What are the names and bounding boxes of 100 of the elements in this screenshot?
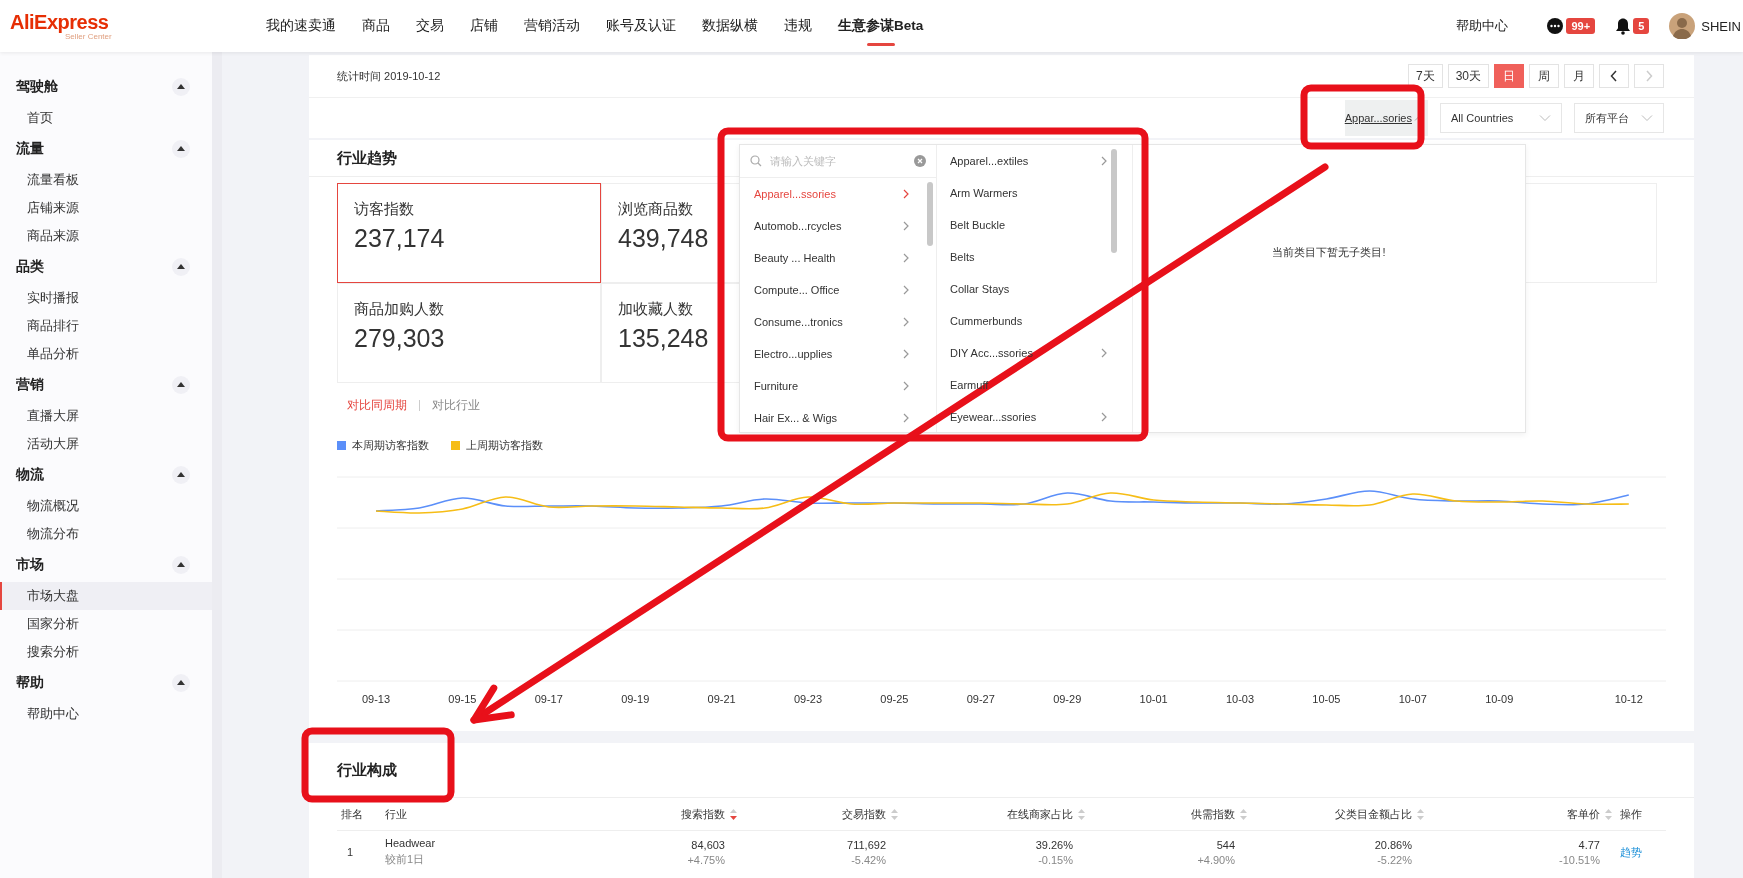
help-link[interactable]: 帮助中心 — [1456, 17, 1509, 35]
table-cell-text: Headwear — [385, 837, 437, 849]
axis-label: 09-27 — [966, 693, 995, 705]
sidebar-group-title: 营销 — [16, 376, 44, 394]
bell-icon[interactable] — [1615, 17, 1632, 35]
logo-text[interactable]: AliExpress — [10, 11, 109, 34]
count-badge: 5 — [1633, 18, 1650, 34]
metric-card[interactable]: 商品加购人数 279,303 — [337, 283, 601, 383]
category-option[interactable]: Cummerbunds — [937, 305, 1120, 337]
sidebar-item[interactable]: 流量看板 — [0, 166, 212, 194]
sidebar-item[interactable]: 市场大盘 — [0, 582, 212, 610]
change-value: -5.22% — [1376, 853, 1412, 866]
metric-card[interactable]: 访客指数 237,174 — [337, 183, 601, 283]
user-name[interactable]: SHEIN — [1701, 18, 1741, 34]
chevron-down-icon — [1641, 114, 1653, 122]
compare-tab[interactable]: 对比行业 — [432, 397, 480, 413]
nav-tab[interactable]: 数据纵横 — [701, 0, 759, 52]
collapse-toggle[interactable] — [172, 258, 190, 276]
sidebar-item[interactable]: 搜索分析 — [0, 638, 212, 666]
avatar[interactable] — [1669, 13, 1696, 39]
column-header: 操作 — [1620, 806, 1643, 822]
category-option[interactable]: Arm Warmers — [937, 177, 1120, 209]
sidebar-item[interactable]: 活动大屏 — [0, 430, 212, 458]
category-option[interactable]: Hair Ex... & Wigs — [740, 402, 922, 432]
column-header[interactable]: 父类目金额占比 — [1255, 806, 1432, 822]
metric-value: 237,174 — [354, 224, 445, 253]
category-option[interactable]: Eyewear...ssories — [937, 401, 1120, 433]
clear-icon[interactable] — [914, 155, 926, 167]
nav-tab[interactable]: 营销活动 — [523, 0, 581, 52]
nav-tab[interactable]: 账号及认证 — [605, 0, 677, 52]
nav-tab[interactable]: 商品 — [361, 0, 391, 52]
sidebar-item[interactable]: 物流概况 — [0, 492, 212, 520]
table-cell-text: 711,692 — [846, 838, 886, 851]
period-button[interactable]: 7天 — [1407, 64, 1443, 88]
chevron-down-icon — [1539, 114, 1551, 122]
stat-time-label: 统计时间 2019-10-12 — [337, 68, 441, 84]
metric-label: 商品加购人数 — [354, 300, 444, 319]
change-value: 较前1日 — [385, 852, 426, 867]
nav-tab[interactable]: 店铺 — [469, 0, 499, 52]
trend-link[interactable]: 趋势 — [1620, 845, 1642, 858]
axis-label: 10-09 — [1485, 693, 1514, 705]
collapse-toggle[interactable] — [172, 466, 190, 484]
legend-label: 上周期访客指数 — [466, 437, 543, 453]
scrollbar[interactable] — [927, 182, 933, 246]
country-select[interactable]: All Countries — [1440, 103, 1562, 133]
sidebar-item[interactable]: 商品来源 — [0, 222, 212, 250]
empty-message: 当前类目下暂无子类目! — [1272, 245, 1386, 260]
period-button[interactable]: 30天 — [1447, 64, 1489, 88]
nav-tab[interactable]: 我的速卖通 — [265, 0, 337, 52]
sidebar-item[interactable]: 帮助中心 — [0, 700, 212, 728]
nav-tab[interactable]: 交易 — [415, 0, 445, 52]
column-header[interactable]: 交易指数 — [745, 806, 906, 822]
sidebar-item[interactable]: 商品排行 — [0, 312, 212, 340]
category-option[interactable]: Belt Buckle — [937, 209, 1120, 241]
table-cell-text: 1 — [347, 846, 355, 858]
axis-label: 09-17 — [534, 693, 563, 705]
caret-up-icon — [177, 84, 185, 90]
column-header[interactable]: 客单价 — [1432, 806, 1620, 822]
metric-label: 加收藏人数 — [618, 300, 693, 319]
compare-tab[interactable]: 对比同周期 — [347, 397, 407, 413]
table-cell-text: 84,603 — [690, 838, 725, 851]
collapse-toggle[interactable] — [172, 376, 190, 394]
scrollbar[interactable] — [1111, 149, 1117, 253]
sidebar-group-title: 品类 — [16, 258, 44, 276]
table-cell-text: 544 — [1215, 838, 1235, 851]
category-select[interactable]: Appar...sories — [1344, 100, 1428, 136]
sidebar-item[interactable]: 物流分布 — [0, 520, 212, 548]
axis-label: 10-01 — [1139, 693, 1168, 705]
sidebar-item[interactable]: 国家分析 — [0, 610, 212, 638]
period-button[interactable]: 月 — [1564, 64, 1594, 88]
sidebar-item[interactable]: 单品分析 — [0, 340, 212, 368]
axis-label: 09-15 — [448, 693, 477, 705]
axis-label: 10-05 — [1312, 693, 1341, 705]
sidebar-item[interactable]: 实时播报 — [0, 284, 212, 312]
category-option[interactable]: Belts — [937, 241, 1120, 273]
chat-bubble-icon[interactable] — [1546, 17, 1565, 35]
column-header[interactable]: 供需指数 — [1093, 806, 1255, 822]
sidebar-item[interactable]: 直播大屏 — [0, 402, 212, 430]
category-option[interactable]: Apparel...extiles — [937, 145, 1120, 177]
nav-tab[interactable]: 违规 — [783, 0, 813, 52]
collapse-toggle[interactable] — [172, 674, 190, 692]
nav-tab[interactable]: 生意参谋Beta — [837, 0, 925, 52]
period-button[interactable]: 周 — [1529, 64, 1559, 88]
count-badge: 99+ — [1566, 18, 1596, 34]
previous-button[interactable] — [1599, 64, 1629, 88]
category-option[interactable]: Collar Stays — [937, 273, 1120, 305]
category-option[interactable]: DIY Acc...ssories — [937, 337, 1120, 369]
platform-select[interactable]: 所有平台 — [1574, 103, 1664, 133]
sidebar-item[interactable]: 首页 — [0, 104, 212, 132]
collapse-toggle[interactable] — [172, 78, 190, 96]
sidebar-item[interactable]: 店铺来源 — [0, 194, 212, 222]
chevron-left-icon — [1610, 70, 1618, 82]
column-header[interactable]: 搜索指数 — [587, 806, 745, 822]
axis-label: 10-03 — [1225, 693, 1255, 705]
column-header[interactable]: 在线商家占比 — [906, 806, 1093, 822]
metric-value: 135,248 — [618, 324, 709, 353]
caret-up-icon — [177, 264, 185, 270]
collapse-toggle[interactable] — [172, 556, 190, 574]
collapse-toggle[interactable] — [172, 140, 190, 158]
caret-up-icon — [177, 472, 185, 478]
